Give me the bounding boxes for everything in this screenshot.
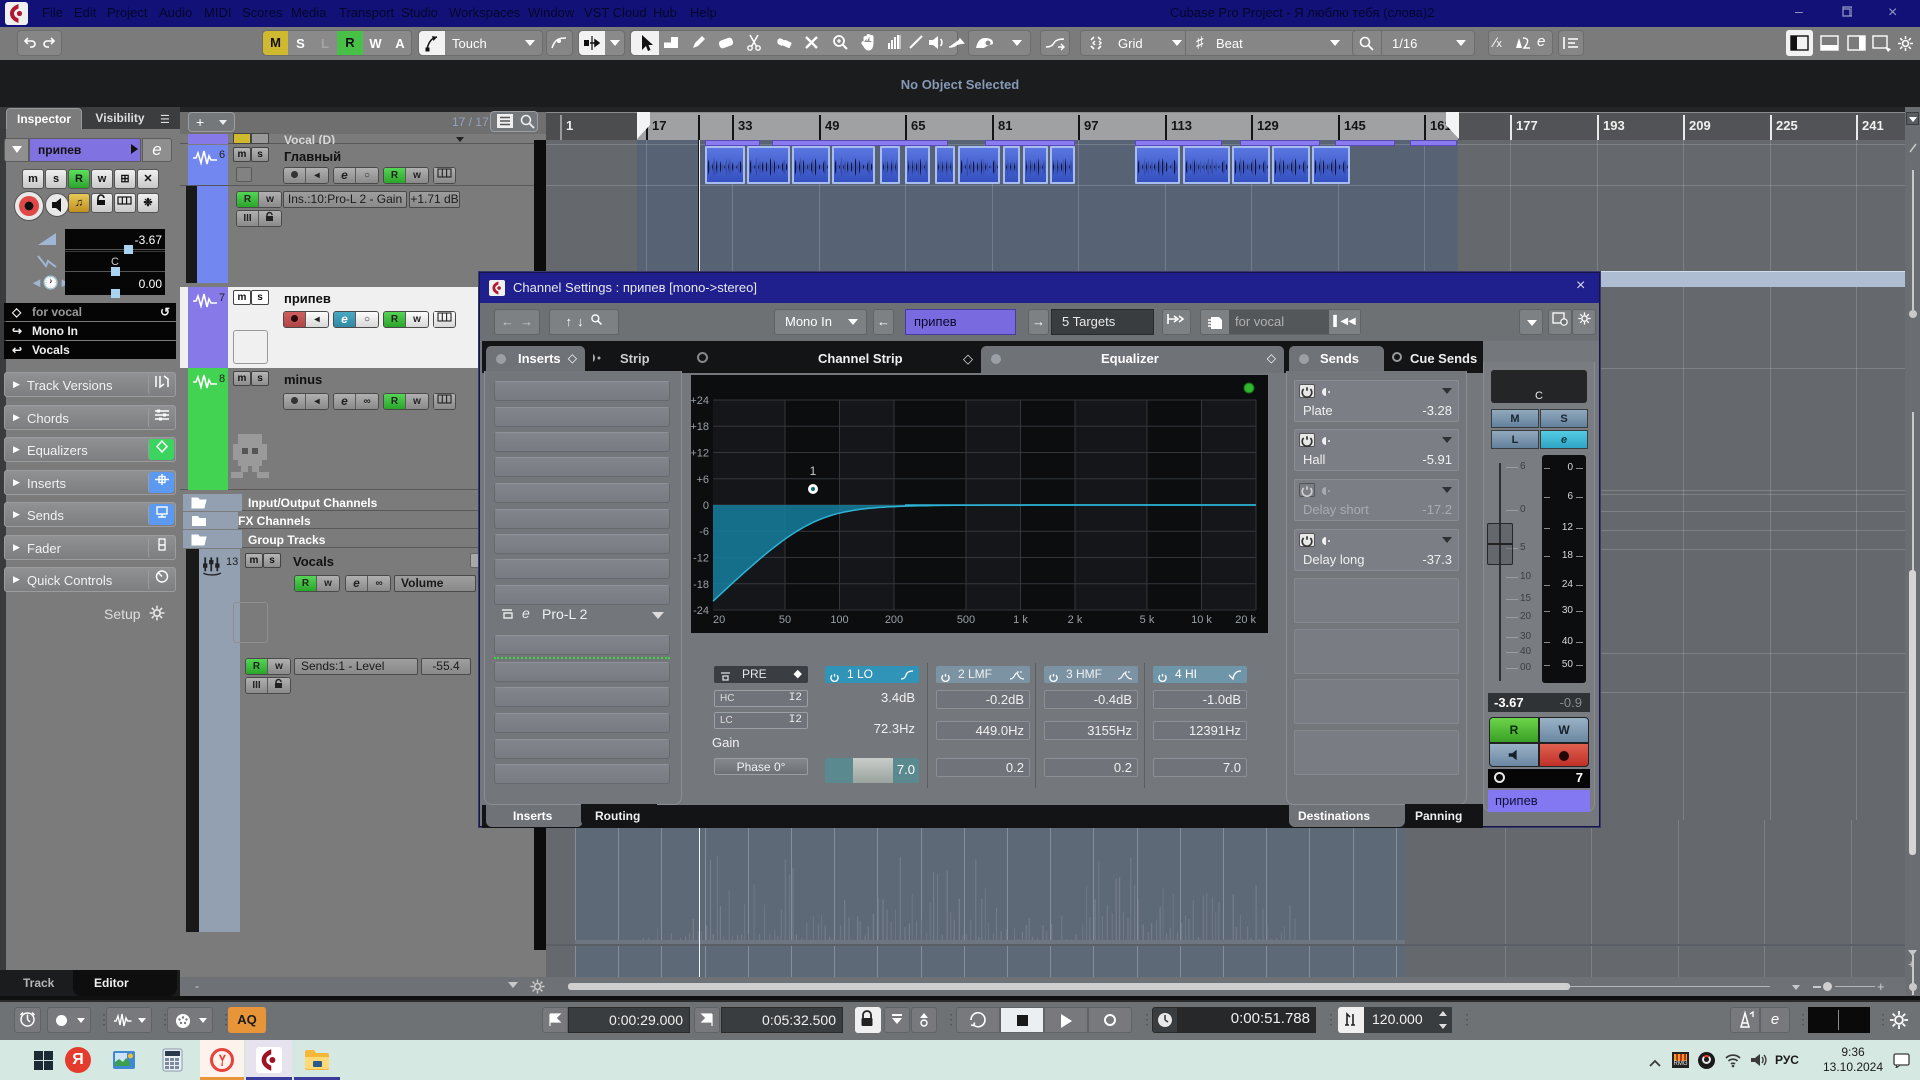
svg-text:+6: +6 xyxy=(696,474,709,486)
svg-text:2 k: 2 k xyxy=(1068,614,1083,626)
svg-text:-6: -6 xyxy=(699,526,709,538)
svg-text:50: 50 xyxy=(779,614,791,626)
svg-text:+18: +18 xyxy=(691,421,709,433)
svg-text:-12: -12 xyxy=(693,553,709,565)
svg-text:200: 200 xyxy=(885,614,903,626)
svg-text:-18: -18 xyxy=(693,579,709,591)
svg-text:+12: +12 xyxy=(691,448,709,460)
svg-text:1: 1 xyxy=(810,464,817,478)
svg-text:+24: +24 xyxy=(691,395,709,407)
svg-text:0: 0 xyxy=(703,500,709,512)
svg-text:1 k: 1 k xyxy=(1013,614,1028,626)
svg-text:10 k: 10 k xyxy=(1191,614,1212,626)
svg-text:500: 500 xyxy=(957,614,975,626)
svg-text:-24: -24 xyxy=(693,605,709,617)
svg-text:20 k: 20 k xyxy=(1235,614,1256,626)
svg-text:100: 100 xyxy=(830,614,848,626)
svg-text:20: 20 xyxy=(713,614,725,626)
svg-text:5 k: 5 k xyxy=(1140,614,1155,626)
